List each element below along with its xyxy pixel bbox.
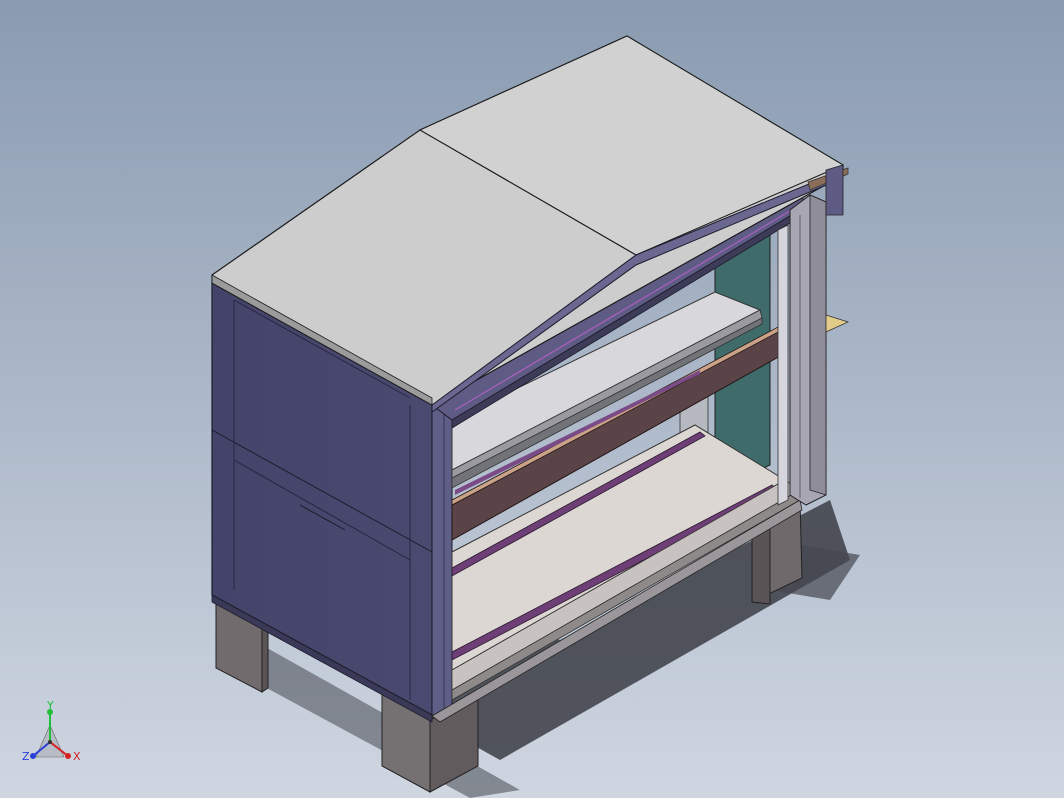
triad-y-label: Y bbox=[46, 699, 54, 712]
triad-x-label: X bbox=[73, 750, 81, 763]
triad-z-dot bbox=[30, 753, 36, 759]
triad-z-label: Z bbox=[22, 750, 30, 763]
triad-x-dot bbox=[65, 753, 71, 759]
front-corner-post bbox=[431, 393, 453, 717]
side-door-right[interactable] bbox=[777, 194, 827, 506]
graphics-viewport[interactable]: Y X Z bbox=[0, 0, 1064, 798]
triad-origin bbox=[48, 740, 52, 744]
model-view[interactable]: Y X Z bbox=[0, 0, 1064, 798]
roof-right-fascia bbox=[825, 164, 844, 216]
